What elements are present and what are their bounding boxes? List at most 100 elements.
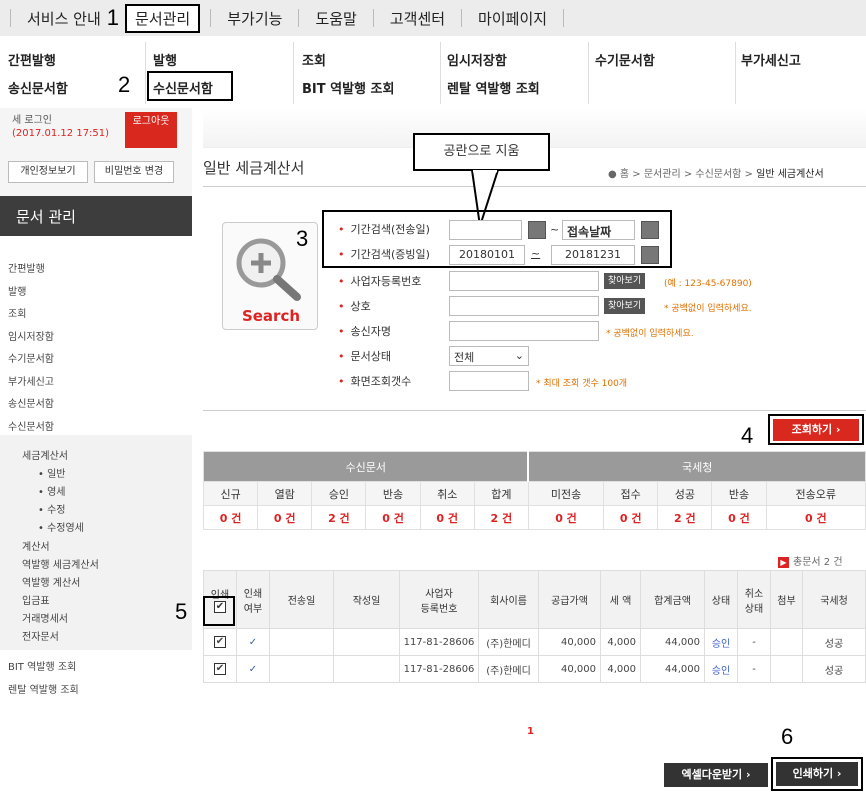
summary-value[interactable]: 0 건: [202, 505, 259, 530]
subnav-simple-issue[interactable]: 간편발행: [8, 50, 56, 69]
summary-value[interactable]: 2 건: [473, 505, 529, 530]
nav-doc-mgmt[interactable]: 문서관리: [125, 3, 201, 33]
page-number[interactable]: 1: [527, 726, 534, 737]
subnav-issue[interactable]: 발행: [153, 50, 177, 69]
find-button[interactable]: 찾아보기: [604, 298, 646, 314]
sidebar-more-item[interactable]: 입금표: [22, 592, 50, 607]
sidebar-sub-header[interactable]: 세금계산서: [22, 447, 68, 462]
summary-value[interactable]: 2 건: [311, 505, 367, 530]
subnav-manual[interactable]: 수기문서함: [595, 50, 655, 69]
title-divider: [203, 186, 866, 187]
proof-date-from[interactable]: 20180101: [449, 245, 525, 265]
sidebar-bottom-item[interactable]: BIT 역발행 조회: [8, 658, 76, 673]
summary-header: 미전송: [527, 481, 605, 506]
nav-service[interactable]: 서비스 안내: [21, 5, 107, 32]
find-button[interactable]: 찾아보기: [604, 273, 646, 289]
sidebar-more-item[interactable]: 계산서: [22, 538, 50, 553]
sidebar-more-item[interactable]: 역발행 계산서: [22, 574, 80, 589]
col-tax: 세 액: [600, 570, 641, 629]
calendar-icon[interactable]: [641, 246, 659, 264]
step-1: 1: [106, 5, 120, 30]
step-2-highlight: [147, 71, 233, 101]
sidebar-bottom-item[interactable]: 렌탈 역발행 조회: [8, 681, 79, 696]
cell-supply: 40,000: [538, 655, 601, 683]
nav-separator: [461, 9, 463, 27]
summary-value[interactable]: 2 건: [657, 505, 713, 530]
cell-nts: 성공: [802, 655, 866, 683]
summary-value[interactable]: 0 건: [527, 505, 605, 530]
sidebar-item[interactable]: 임시저장함: [8, 328, 54, 343]
sidebar-item[interactable]: 송신문서함: [8, 395, 54, 410]
subnav-rental-reverse[interactable]: 렌탈 역발행 조회: [447, 78, 540, 97]
sent-date-from[interactable]: [449, 220, 522, 240]
field-label-sender: • 송신자명: [338, 325, 391, 338]
col-attach: 첨부: [770, 570, 803, 629]
sidebar-item[interactable]: 수기문서함: [8, 350, 54, 365]
nav-addon[interactable]: 부가기능: [221, 5, 288, 32]
nav-help[interactable]: 도움말: [309, 5, 362, 32]
sidebar-item[interactable]: 부가세신고: [8, 373, 54, 388]
calendar-icon[interactable]: [641, 221, 659, 239]
summary-value[interactable]: 0 건: [603, 505, 659, 530]
sidebar-more-item[interactable]: 전자문서: [22, 628, 59, 643]
summary-value[interactable]: 0 건: [419, 505, 475, 530]
sidebar-sub-item[interactable]: • 일반: [38, 465, 65, 480]
breadcrumb-path[interactable]: ● 홈 > 문서관리 > 수신문서함 >: [608, 169, 756, 180]
summary-value[interactable]: 0 건: [711, 505, 767, 530]
status-select[interactable]: 전체 ⌄: [449, 346, 529, 366]
cell-status[interactable]: 승인: [704, 655, 738, 683]
excel-download-button[interactable]: 엑셀다운받기 ›: [664, 763, 768, 787]
cell-status[interactable]: 승인: [704, 628, 738, 656]
proof-date-to[interactable]: 20181231: [551, 245, 635, 265]
sidebar-sub-item[interactable]: • 수정: [38, 501, 65, 516]
sidebar-item[interactable]: 발행: [8, 283, 26, 298]
page-title: 일반 세금계산서: [203, 159, 305, 177]
nav-mypage[interactable]: 마이페이지: [472, 5, 553, 32]
password-button[interactable]: 비밀번호 변경: [94, 161, 174, 183]
nav-customer[interactable]: 고객센터: [384, 5, 451, 32]
row-checkbox[interactable]: ✔: [214, 636, 226, 648]
sidebar-item[interactable]: 수신문서함: [8, 418, 54, 433]
subnav-sent-box[interactable]: 송신문서함: [8, 78, 68, 97]
summary-header: 신규: [202, 481, 259, 506]
sent-date-to[interactable]: 접속날짜: [562, 220, 635, 240]
logout-button[interactable]: 로그아웃: [125, 112, 177, 148]
table-row[interactable]: ✔ ✓ 117-81-28606 (주)한메디 40,000 4,000 44,…: [203, 628, 866, 656]
row-checkbox[interactable]: ✔: [214, 663, 226, 675]
summary-value[interactable]: 0 건: [765, 505, 866, 530]
cell-company[interactable]: (주)한메디: [478, 655, 539, 683]
summary-value[interactable]: 0 건: [365, 505, 421, 530]
summary-group-nts: 국세청: [527, 451, 866, 482]
subnav-vat[interactable]: 부가세신고: [741, 50, 801, 69]
field-label-status: • 문서상태: [338, 350, 391, 363]
field-label-bizno: • 사업자등록번호: [338, 275, 422, 288]
subnav-bit-reverse[interactable]: BIT 역발행 조회: [302, 78, 394, 97]
print-button[interactable]: 인쇄하기 ›: [776, 762, 858, 786]
sidebar-item[interactable]: 조회: [8, 305, 26, 320]
sidebar-item[interactable]: 간편발행: [8, 260, 45, 275]
company-input[interactable]: [449, 296, 599, 316]
count-hint: * 최대 조회 갯수 100개: [536, 379, 628, 389]
table-row[interactable]: ✔ ✓ 117-81-28606 (주)한메디 40,000 4,000 44,…: [203, 655, 866, 683]
count-input[interactable]: [449, 371, 529, 391]
subnav-search[interactable]: 조회: [302, 50, 326, 69]
left-sidebar: 세 로그인 (2017.01.12 17:51) 로그아웃 개인정보보기 비밀번…: [0, 108, 192, 696]
nav-separator: [10, 9, 11, 27]
cell-company[interactable]: (주)한메디: [478, 628, 539, 656]
summary-header: 반송: [365, 481, 421, 506]
bizno-input[interactable]: [449, 271, 599, 291]
summary-value[interactable]: 0 건: [257, 505, 313, 530]
sender-input[interactable]: [449, 321, 599, 341]
sidebar-sub-item[interactable]: • 수정영세: [38, 519, 84, 534]
query-button[interactable]: 조회하기 ›: [773, 419, 859, 441]
sidebar-more-item[interactable]: 역발행 세금계산서: [22, 556, 99, 571]
profile-button[interactable]: 개인정보보기: [8, 161, 88, 183]
subnav-divider: [145, 42, 146, 104]
field-label-sent-date: • 기간검색(전송일): [338, 223, 430, 236]
sidebar-sub-item[interactable]: • 영세: [38, 483, 65, 498]
sidebar-more-item[interactable]: 거래명세서: [22, 610, 68, 625]
subnav-temp[interactable]: 임시저장함: [447, 50, 507, 69]
doc-table: 인쇄 ✔ 인쇄 여부 전송일 작성일 사업자 등록번호 회사이름 공급가액 세 액…: [203, 570, 866, 683]
calendar-icon[interactable]: [528, 221, 546, 239]
tilde: ~: [531, 247, 541, 260]
